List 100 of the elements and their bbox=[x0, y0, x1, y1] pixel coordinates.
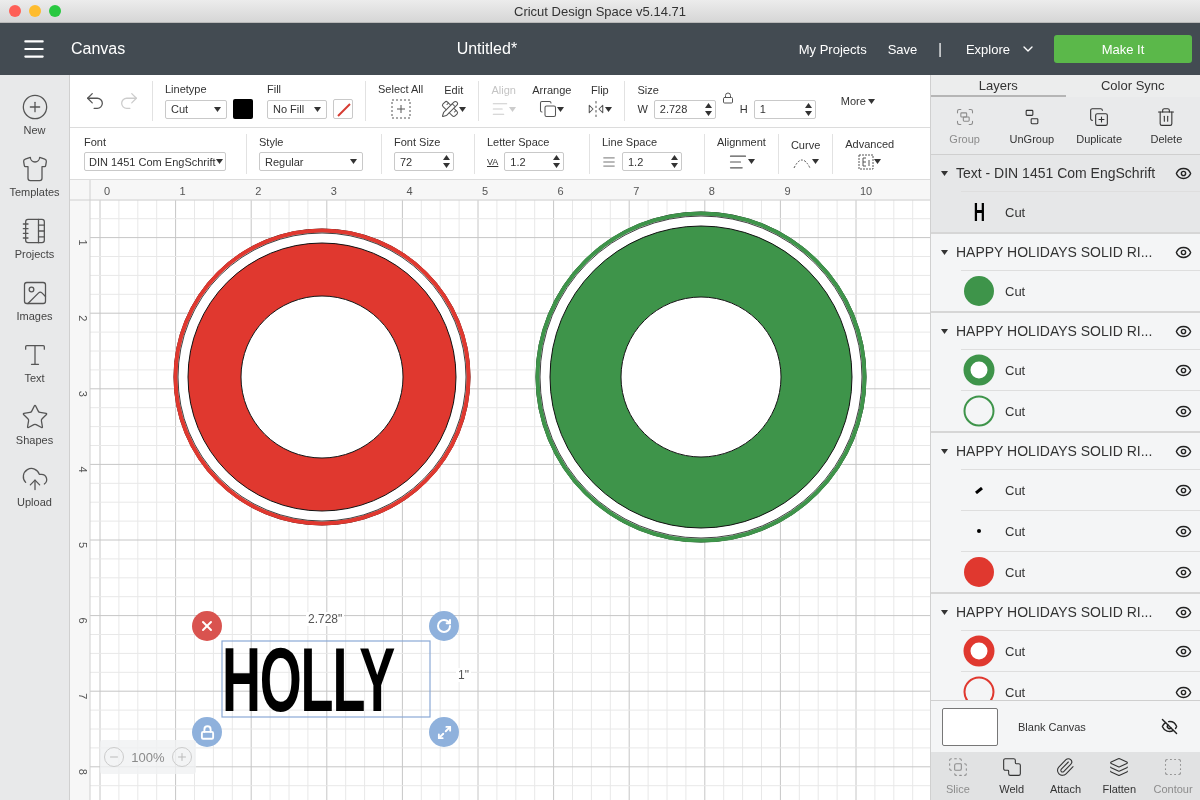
sidebar-item[interactable]: Templates bbox=[0, 155, 69, 198]
layer-label: Cut bbox=[1005, 362, 1027, 378]
selection-box[interactable] bbox=[221, 640, 431, 718]
caret-icon bbox=[314, 106, 321, 112]
field-label: Select All bbox=[378, 83, 424, 95]
ruler-number: 5 bbox=[77, 542, 89, 549]
stepper-arrows-icon[interactable] bbox=[553, 155, 561, 168]
caret-icon bbox=[941, 249, 948, 255]
height-dimension: 1" bbox=[456, 668, 471, 682]
separator: | bbox=[938, 41, 942, 57]
layer-label: Cut bbox=[1005, 482, 1027, 498]
color-swatch[interactable] bbox=[233, 99, 253, 119]
field-label: Alignment bbox=[717, 135, 766, 148]
caret-icon bbox=[867, 98, 875, 104]
width-field[interactable]: 2.728 bbox=[653, 99, 716, 119]
stepper-arrows-icon[interactable] bbox=[443, 155, 450, 168]
sidebar-item[interactable]: Shapes bbox=[0, 403, 69, 446]
shirt-icon bbox=[20, 155, 49, 183]
linetype-select[interactable]: Cut bbox=[165, 99, 227, 119]
lock-handle[interactable] bbox=[192, 717, 222, 747]
line-space-icon bbox=[602, 154, 616, 169]
delete-handle[interactable] bbox=[192, 611, 222, 641]
line-space-field[interactable]: 1.2 bbox=[622, 152, 682, 171]
ruler-number: 6 bbox=[557, 185, 564, 197]
no-fill-swatch[interactable] bbox=[333, 99, 353, 119]
caret-icon bbox=[216, 159, 223, 164]
flip-dropdown[interactable] bbox=[587, 100, 613, 118]
field-label: Letter Space bbox=[487, 136, 551, 148]
style-select[interactable]: Regular bbox=[259, 152, 363, 171]
header-link[interactable]: My Projects bbox=[798, 41, 867, 57]
stepper-arrows-icon[interactable] bbox=[804, 102, 812, 116]
explore-dropdown[interactable]: Explore bbox=[965, 41, 1036, 57]
layer-label: Cut bbox=[1005, 204, 1027, 220]
layer-action-button[interactable]: Attach bbox=[1038, 752, 1093, 800]
layer-title: HAPPY HOLIDAYS SOLID RI... bbox=[956, 443, 1154, 459]
height-field[interactable]: 1 bbox=[753, 99, 816, 119]
plus-circle-icon bbox=[20, 93, 49, 121]
edit-dropdown[interactable] bbox=[441, 100, 467, 118]
caret-icon bbox=[941, 448, 948, 454]
font-select[interactable]: DIN 1451 Com EngSchrift bbox=[84, 152, 226, 171]
caret-icon bbox=[459, 106, 467, 112]
stepper-arrows-icon[interactable] bbox=[671, 155, 678, 168]
layer-action-button[interactable]: Weld bbox=[984, 752, 1039, 800]
sidebar-item[interactable]: Text bbox=[0, 341, 69, 384]
height-label: H bbox=[739, 103, 748, 115]
sidebar-item[interactable]: Images bbox=[0, 279, 69, 322]
ruler-number: 1 bbox=[77, 239, 89, 246]
star-icon bbox=[20, 403, 49, 431]
ruler-number: 8 bbox=[77, 768, 89, 775]
layer-action-button[interactable]: Flatten bbox=[1092, 752, 1147, 800]
undo-button[interactable] bbox=[84, 90, 106, 112]
layer-title: HAPPY HOLIDAYS SOLID RI... bbox=[956, 323, 1154, 339]
caret-icon bbox=[812, 159, 820, 164]
lock-icon[interactable] bbox=[721, 92, 734, 104]
rotate-handle[interactable] bbox=[429, 611, 459, 641]
ruler-number: 7 bbox=[77, 693, 89, 700]
field-label: Edit bbox=[444, 84, 464, 96]
panel-tab[interactable]: Color Sync bbox=[1065, 75, 1200, 97]
field-label: Font Size bbox=[394, 136, 442, 148]
field-label: Align bbox=[491, 84, 516, 96]
window-title: Cricut Design Space v5.14.71 bbox=[514, 3, 686, 19]
layer-action-button[interactable]: Delete bbox=[1132, 97, 1200, 154]
zoom-level: 100% bbox=[131, 749, 165, 765]
advanced-dropdown[interactable] bbox=[858, 153, 882, 170]
layer-label: Cut bbox=[1005, 283, 1027, 299]
canvas-text[interactable]: HOLLY bbox=[222, 635, 426, 725]
ruler-number: 1 bbox=[179, 185, 186, 197]
ruler-number: 4 bbox=[77, 466, 89, 473]
sidebar-item[interactable]: Projects bbox=[0, 217, 69, 260]
caret-icon bbox=[214, 106, 221, 112]
stepper-arrows-icon[interactable] bbox=[704, 102, 712, 116]
duplicate-icon bbox=[1089, 106, 1110, 127]
sidebar-item[interactable]: Upload bbox=[0, 465, 69, 508]
caret-icon bbox=[941, 170, 948, 176]
field-label: Size bbox=[637, 83, 660, 96]
blank-canvas-swatch[interactable] bbox=[942, 707, 998, 746]
field-label: Font bbox=[84, 136, 107, 148]
layer-thumbnail: H bbox=[973, 196, 985, 228]
sidebar-item[interactable]: New bbox=[0, 93, 69, 136]
caret-icon bbox=[605, 106, 613, 112]
layer-group[interactable]: Text - DIN 1451 Com EngSchrift H Cut bbox=[931, 155, 1200, 234]
layer-action-button[interactable]: UnGroup bbox=[998, 97, 1066, 154]
caret-icon bbox=[509, 106, 517, 112]
arrange-dropdown[interactable] bbox=[539, 100, 565, 118]
eye-off-icon[interactable] bbox=[1161, 718, 1178, 735]
more-dropdown[interactable]: More bbox=[840, 95, 875, 107]
letter-space-field[interactable]: 1.2 bbox=[504, 152, 565, 171]
font-size-field[interactable]: 72 bbox=[394, 152, 454, 171]
resize-handle[interactable] bbox=[429, 717, 459, 747]
layer-label: Cut bbox=[1005, 684, 1027, 700]
cloud-upload-icon bbox=[20, 465, 49, 493]
paperclip-icon bbox=[1055, 757, 1076, 777]
fill-select[interactable]: No Fill bbox=[267, 99, 327, 119]
layer-title: HAPPY HOLIDAYS SOLID RI... bbox=[956, 244, 1154, 260]
caret-icon bbox=[747, 159, 755, 164]
layer-label: Cut bbox=[1005, 643, 1027, 659]
caret-icon bbox=[941, 328, 948, 334]
width-label: W bbox=[637, 103, 648, 115]
layer-action-button[interactable]: Duplicate bbox=[1065, 97, 1133, 154]
header-link[interactable]: Save bbox=[887, 41, 918, 57]
